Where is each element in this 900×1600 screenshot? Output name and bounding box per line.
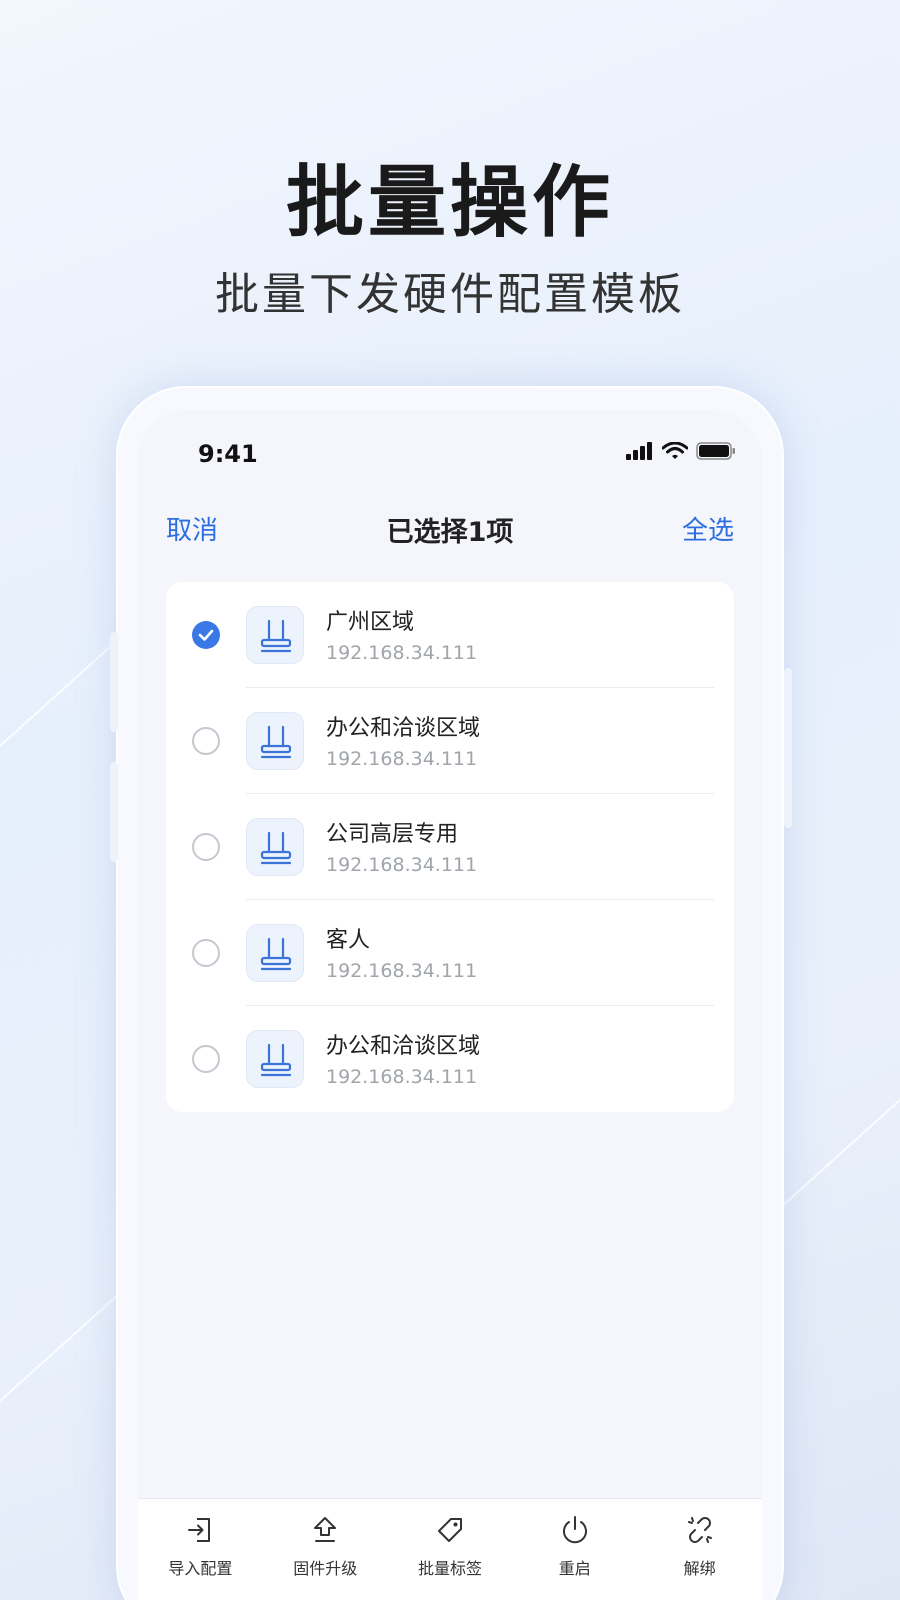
signal-icon <box>626 442 652 460</box>
tag-icon <box>437 1518 462 1542</box>
device-ip: 192.168.34.111 <box>326 1066 478 1088</box>
unbind-button[interactable]: 解绑 <box>637 1499 762 1600</box>
router-icon-tile <box>246 1030 304 1088</box>
router-icon <box>260 831 292 865</box>
bottom-toolbar: 导入配置 固件升级 批量标签 重启 解绑 <box>138 1498 762 1600</box>
unlink-icon <box>687 1517 712 1543</box>
import-icon <box>188 1518 211 1542</box>
phone-volume-up-button <box>110 632 118 732</box>
router-icon <box>260 1043 292 1077</box>
status-icons <box>626 442 736 460</box>
device-row[interactable]: 办公和洽谈区域 192.168.34.111 <box>166 1006 734 1112</box>
hero-title: 批量操作 <box>285 158 614 248</box>
device-row[interactable]: 客人 192.168.34.111 <box>166 900 734 1006</box>
tool-label: 重启 <box>558 1559 591 1578</box>
phone-volume-down-button <box>110 762 118 862</box>
tool-label: 固件升级 <box>293 1559 358 1578</box>
radio-unchecked[interactable] <box>192 939 220 967</box>
router-icon-tile <box>246 712 304 770</box>
phone-power-button <box>784 668 792 828</box>
router-icon-tile <box>246 924 304 982</box>
device-ip: 192.168.34.111 <box>326 748 478 770</box>
restart-button[interactable]: 重启 <box>512 1499 637 1600</box>
hero-subtitle: 批量下发硬件配置模板 <box>215 269 685 320</box>
check-icon <box>198 629 214 641</box>
tool-label: 批量标签 <box>417 1559 482 1578</box>
selection-count-title: 已选择1项 <box>386 517 514 548</box>
device-name: 公司高层专用 <box>326 822 459 847</box>
router-icon <box>260 937 292 971</box>
tool-label: 解绑 <box>683 1559 716 1578</box>
select-all-button[interactable]: 全选 <box>682 510 734 547</box>
phone-screen: 9:41 取消 已选择1项 全选 广州区域 192.168.34.111 办公和… <box>138 410 762 1600</box>
status-time: 9:41 <box>198 440 258 468</box>
status-bar: 9:41 <box>138 432 762 472</box>
radio-checked[interactable] <box>192 621 220 649</box>
device-name: 办公和洽谈区域 <box>326 716 481 741</box>
batch-tag-button[interactable]: 批量标签 <box>388 1499 513 1600</box>
device-name: 广州区域 <box>326 610 415 635</box>
router-icon-tile <box>246 818 304 876</box>
device-name: 办公和洽谈区域 <box>326 1034 481 1059</box>
router-icon-tile <box>246 606 304 664</box>
wifi-icon <box>662 442 688 459</box>
device-ip: 192.168.34.111 <box>326 854 478 876</box>
import-config-button[interactable]: 导入配置 <box>138 1499 263 1600</box>
radio-unchecked[interactable] <box>192 833 220 861</box>
device-name: 客人 <box>326 928 371 953</box>
device-row[interactable]: 办公和洽谈区域 192.168.34.111 <box>166 688 734 794</box>
nav-bar: 取消 已选择1项 全选 <box>138 498 762 558</box>
device-row[interactable]: 公司高层专用 192.168.34.111 <box>166 794 734 900</box>
battery-icon <box>696 442 735 460</box>
device-row[interactable]: 广州区域 192.168.34.111 <box>166 582 734 688</box>
radio-unchecked[interactable] <box>192 727 220 755</box>
device-ip: 192.168.34.111 <box>326 960 478 982</box>
radio-unchecked[interactable] <box>192 1045 220 1073</box>
router-icon <box>260 619 292 653</box>
device-ip: 192.168.34.111 <box>326 642 478 664</box>
power-icon <box>562 1516 587 1544</box>
upgrade-icon <box>314 1517 337 1542</box>
router-icon <box>260 725 292 759</box>
tool-label: 导入配置 <box>168 1559 233 1578</box>
device-list: 广州区域 192.168.34.111 办公和洽谈区域 192.168.34.1… <box>166 582 734 1112</box>
firmware-upgrade-button[interactable]: 固件升级 <box>263 1499 388 1600</box>
